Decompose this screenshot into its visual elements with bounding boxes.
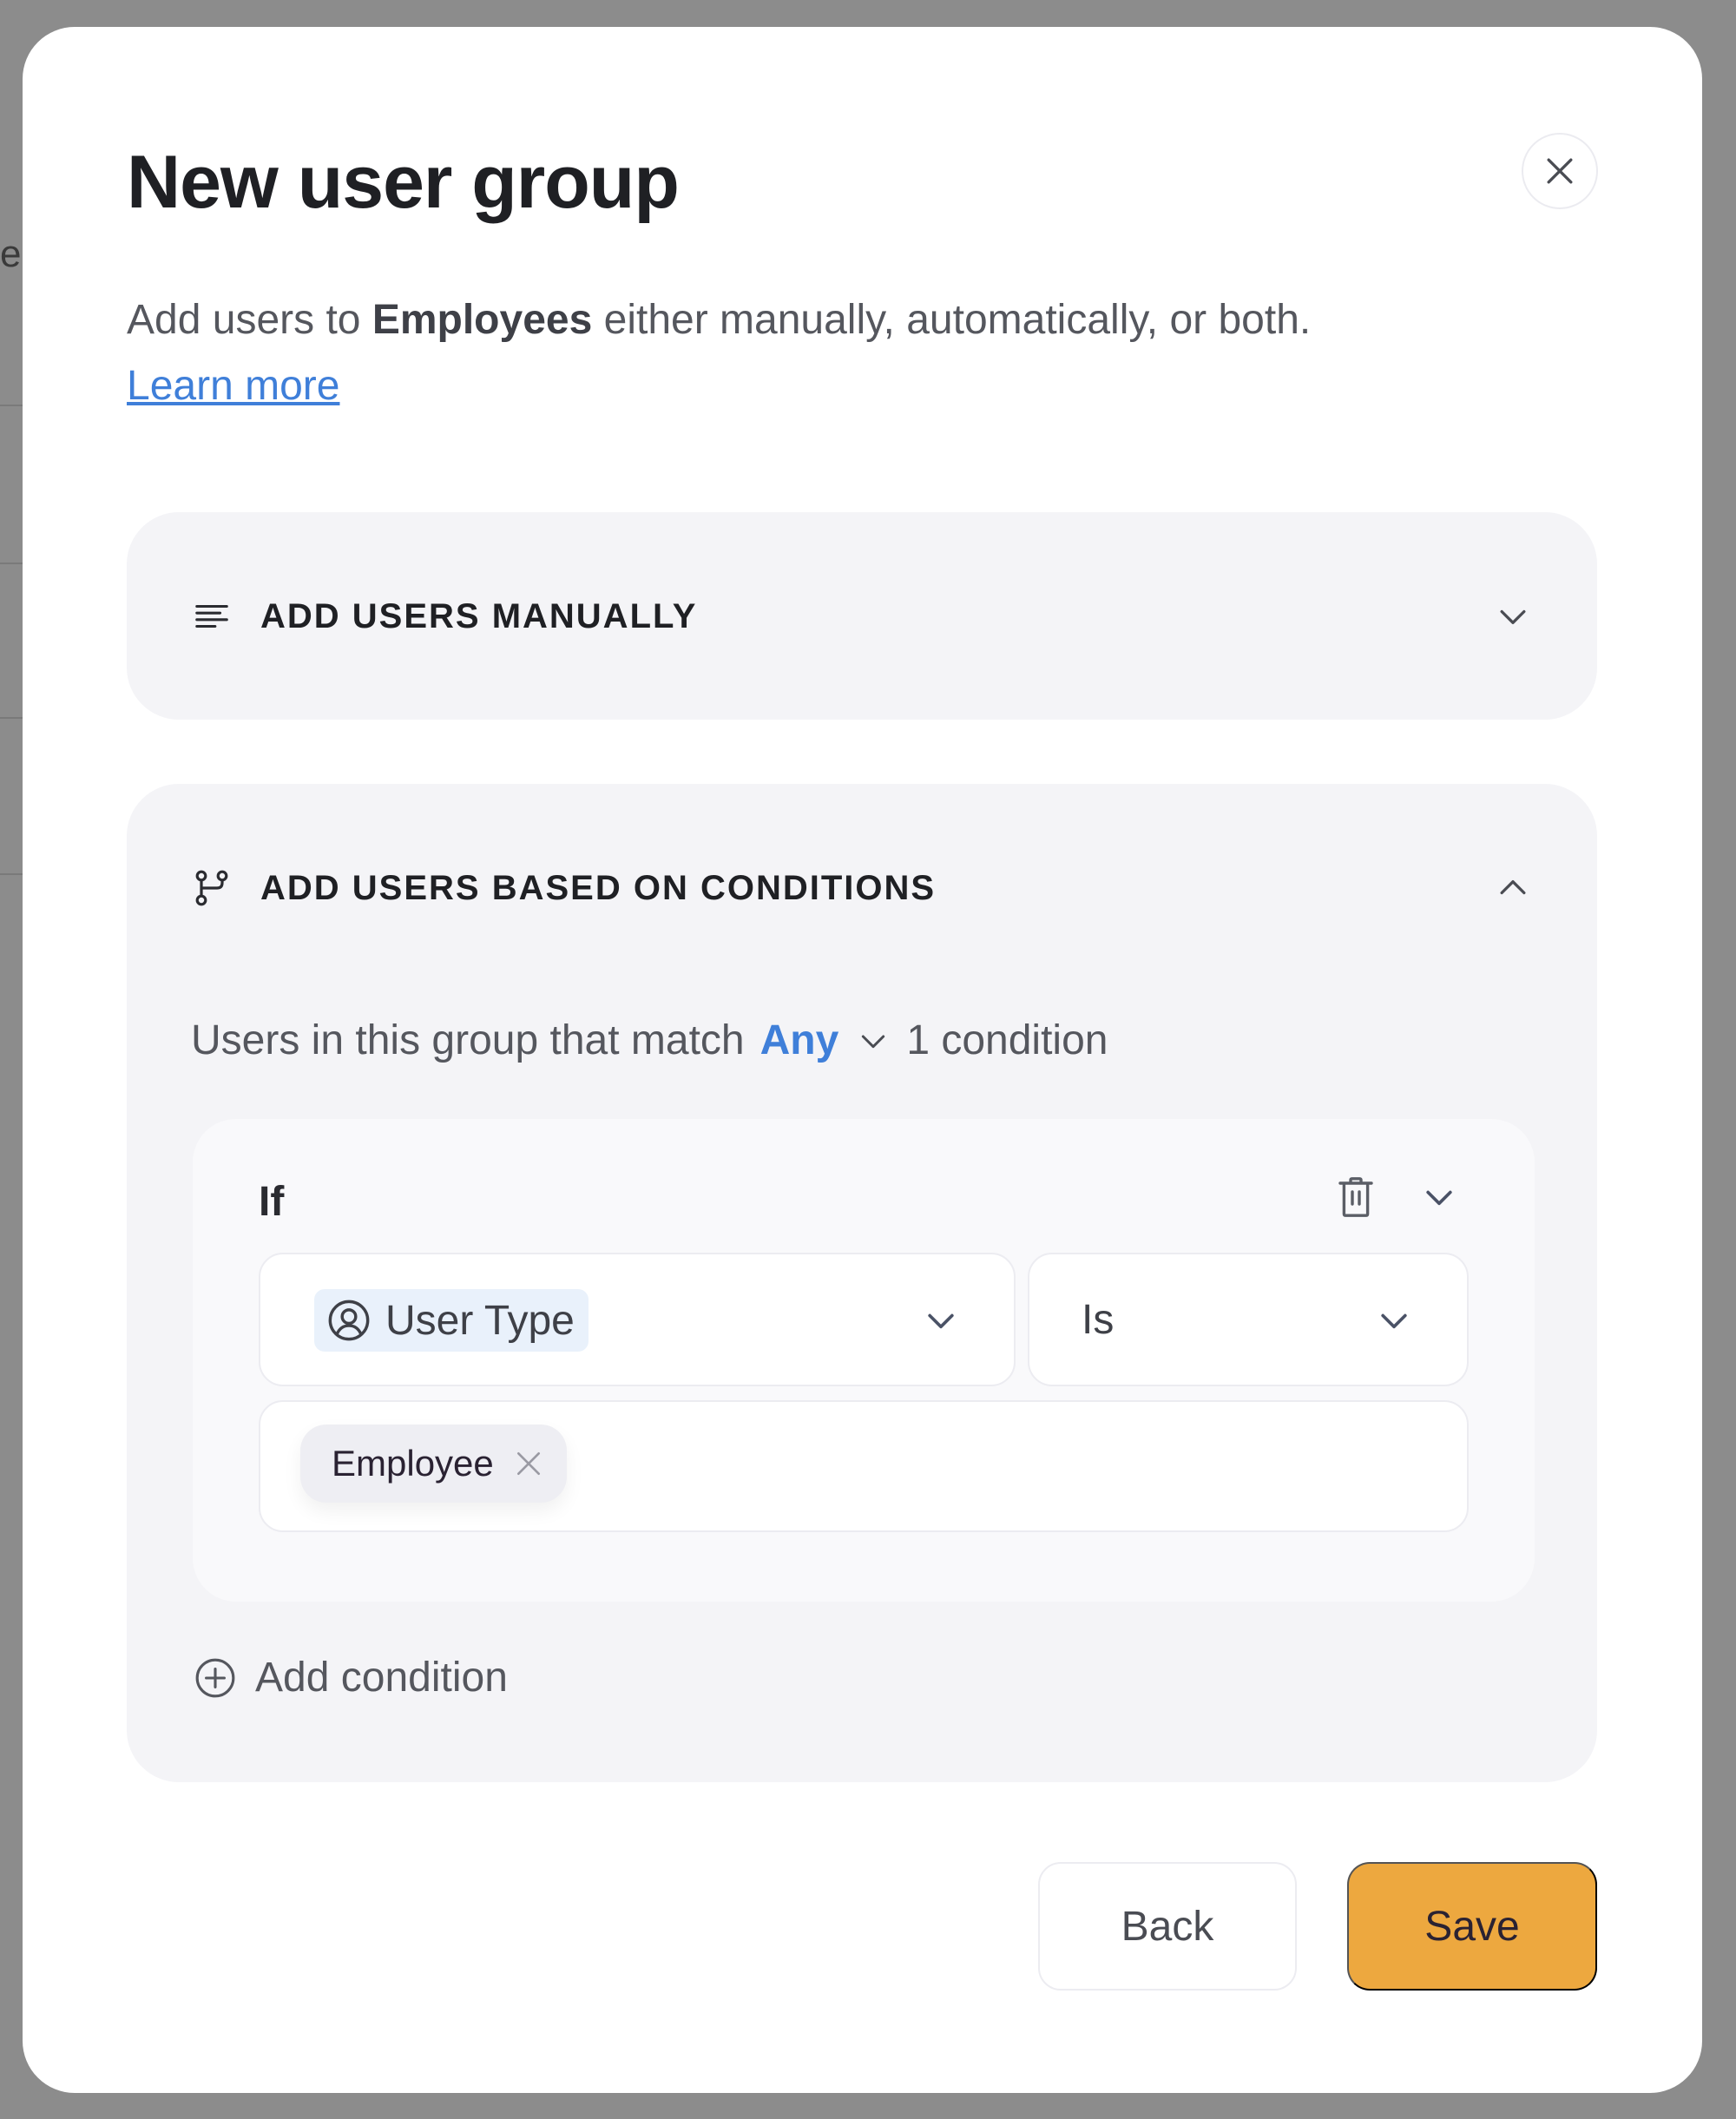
- condition-count: 1 condition: [906, 1017, 1108, 1063]
- section-header-manual[interactable]: ADD USERS MANUALLY: [189, 582, 1535, 651]
- section-header-conditions[interactable]: ADD USERS BASED ON CONDITIONS: [189, 853, 1535, 923]
- chevron-down-icon[interactable]: [856, 1023, 891, 1058]
- chevron-down-icon: [1373, 1300, 1415, 1341]
- match-prefix: Users in this group that match: [191, 1017, 745, 1063]
- user-circle-icon: [326, 1297, 373, 1344]
- section-title: ADD USERS BASED ON CONDITIONS: [260, 868, 937, 907]
- add-condition-button[interactable]: Add condition: [193, 1654, 508, 1701]
- attribute-value: User Type: [385, 1297, 575, 1344]
- close-button[interactable]: [1522, 133, 1598, 209]
- condition-values-input[interactable]: Employee: [259, 1400, 1469, 1532]
- description-prefix: Add users to: [127, 297, 372, 343]
- git-branch-icon: [189, 865, 234, 911]
- background-partial-text: e: [0, 233, 22, 275]
- dialog-description: Add users to Employees either manually, …: [127, 287, 1516, 419]
- background-divider: [0, 873, 23, 875]
- dialog-title: New user group: [127, 141, 680, 224]
- if-label: If: [259, 1179, 285, 1225]
- remove-value-button[interactable]: [510, 1444, 548, 1483]
- delete-condition-button[interactable]: [1330, 1171, 1382, 1223]
- chevron-down-icon[interactable]: [1491, 595, 1535, 638]
- list-lines-icon: [189, 594, 234, 639]
- match-mode-dropdown[interactable]: Any: [760, 1017, 839, 1064]
- plus-circle-icon: [193, 1655, 238, 1701]
- value-chip-label: Employee: [332, 1443, 494, 1484]
- condition-card: If User Type Is Employee: [193, 1119, 1535, 1602]
- back-button[interactable]: Back: [1038, 1862, 1297, 1991]
- background-divider: [0, 717, 23, 719]
- learn-more-link[interactable]: Learn more: [127, 363, 339, 409]
- background-divider: [0, 563, 23, 564]
- background-divider: [0, 405, 23, 406]
- save-button[interactable]: Save: [1347, 1862, 1597, 1991]
- new-user-group-dialog: New user group Add users to Employees ei…: [23, 27, 1702, 2093]
- attribute-pill: User Type: [314, 1289, 589, 1352]
- operator-select[interactable]: Is: [1028, 1253, 1469, 1386]
- section-add-users-manually: ADD USERS MANUALLY: [127, 512, 1597, 720]
- add-condition-label: Add condition: [255, 1655, 508, 1701]
- section-title: ADD USERS MANUALLY: [260, 596, 698, 635]
- trash-icon: [1338, 1177, 1373, 1217]
- section-add-users-by-conditions: ADD USERS BASED ON CONDITIONS Users in t…: [127, 784, 1597, 1782]
- close-icon: [516, 1452, 540, 1475]
- description-suffix: either manually, automatically, or both.: [592, 297, 1312, 343]
- match-rule-row: Users in this group that match Any 1 con…: [191, 1017, 1108, 1064]
- chevron-down-icon[interactable]: [1417, 1175, 1462, 1220]
- group-name: Employees: [372, 297, 593, 343]
- operator-value: Is: [1082, 1297, 1115, 1343]
- close-icon: [1547, 158, 1573, 184]
- chevron-up-icon[interactable]: [1491, 866, 1535, 910]
- attribute-select[interactable]: User Type: [259, 1253, 1016, 1386]
- value-chip: Employee: [300, 1425, 567, 1503]
- chevron-down-icon: [920, 1300, 962, 1341]
